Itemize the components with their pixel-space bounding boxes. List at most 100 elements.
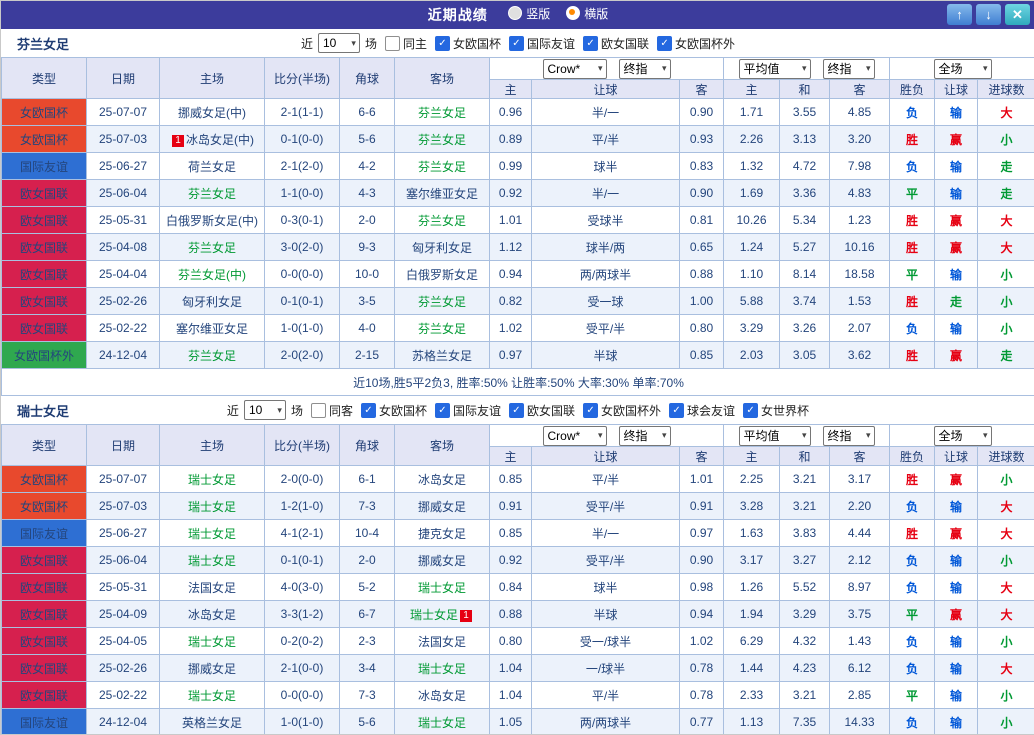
page-title: 近期战绩 (428, 7, 488, 23)
home-team-cell: 白俄罗斯女足(中) (160, 207, 265, 234)
team-name-text: 芬兰女足 (418, 214, 466, 228)
handicap-away-odds: 0.80 (680, 315, 724, 342)
handicap-line: 受一球 (532, 288, 680, 315)
europe-average-select[interactable]: 平均值▾ (739, 59, 811, 79)
handicap-away-odds: 0.90 (680, 180, 724, 207)
league-checkbox[interactable] (361, 403, 376, 418)
handicap-away-odds: 0.97 (680, 520, 724, 547)
league-checkbox[interactable] (509, 403, 524, 418)
odds-home: 1.24 (724, 234, 780, 261)
odds-away: 4.85 (830, 99, 890, 126)
competition-type: 欧女国联 (2, 574, 87, 601)
up-arrow-icon: ↑ (956, 7, 963, 22)
close-button[interactable]: ✕ (1005, 4, 1030, 25)
result-cell: 负 (890, 574, 935, 601)
league-checkbox[interactable] (583, 403, 598, 418)
goals-result-cell: 走 (978, 153, 1034, 180)
league-checkbox[interactable] (657, 36, 672, 51)
selected-value: 10 (323, 36, 336, 50)
handicap-home-odds: 1.04 (490, 655, 532, 682)
results-table: 类型日期主场比分(半场)角球客场Crow*▾终指▾平均值▾终指▾全场▾主让球客主… (1, 57, 1034, 396)
league-label: 欧女国联 (527, 402, 575, 419)
same-venue-checkbox[interactable] (311, 403, 326, 418)
odds-draw: 3.21 (780, 466, 830, 493)
away-team-cell: 挪威女足 (395, 547, 490, 574)
team-name-text: 芬兰女足 (188, 187, 236, 201)
scroll-down-button[interactable]: ↓ (976, 4, 1001, 25)
away-team-cell: 芬兰女足 (395, 207, 490, 234)
result-cell: 负 (890, 153, 935, 180)
odds-draw: 3.13 (780, 126, 830, 153)
team-name-text: 匈牙利女足 (412, 241, 472, 255)
orientation-radio-vertical[interactable]: 竖版 (508, 5, 550, 22)
handicap-line: 平/半 (532, 466, 680, 493)
scope-select[interactable]: 全场▾ (934, 59, 992, 79)
league-checkbox[interactable] (435, 403, 450, 418)
odds-draw: 3.29 (780, 601, 830, 628)
scope-select[interactable]: 全场▾ (934, 426, 992, 446)
away-team-cell: 冰岛女足 (395, 466, 490, 493)
league-checkbox[interactable] (743, 403, 758, 418)
radio-label: 竖版 (526, 5, 550, 22)
away-team-cell: 挪威女足 (395, 493, 490, 520)
score-cell: 1-2(1-0) (265, 493, 340, 520)
odds-away: 4.83 (830, 180, 890, 207)
match-count-select[interactable]: 10▾ (318, 33, 360, 53)
odds-draw-header: 和 (780, 447, 830, 466)
league-checkbox[interactable] (435, 36, 450, 51)
away-team-cell: 芬兰女足 (395, 153, 490, 180)
team-name-text: 冰岛女足 (418, 473, 466, 487)
league-checkbox[interactable] (583, 36, 598, 51)
handicap-odds-group: Crow*▾ 终指▾ (490, 425, 724, 447)
competition-type: 女欧国杯 (2, 126, 87, 153)
radio-icon[interactable] (508, 6, 522, 20)
goals-result-cell: 大 (978, 574, 1034, 601)
league-label: 女欧国杯外 (601, 402, 661, 419)
handicap-home-odds: 0.89 (490, 126, 532, 153)
match-row: 欧女国联25-04-08芬兰女足3-0(2-0)9-3匈牙利女足1.12球半/两… (2, 234, 1034, 261)
odds-draw: 3.21 (780, 493, 830, 520)
radio-icon[interactable] (566, 6, 580, 20)
scroll-up-button[interactable]: ↑ (947, 4, 972, 25)
match-row: 欧女国联25-02-26挪威女足2-1(0-0)3-4瑞士女足1.04一/球半0… (2, 655, 1034, 682)
league-checkbox[interactable] (669, 403, 684, 418)
corner-cell: 3-5 (340, 288, 395, 315)
team-name-text: 塞尔维亚女足 (176, 322, 248, 336)
europe-time-select[interactable]: 终指▾ (823, 59, 875, 79)
match-row: 欧女国联25-06-04芬兰女足1-1(0-0)4-3塞尔维亚女足0.92半/一… (2, 180, 1034, 207)
home-team-cell: 瑞士女足 (160, 493, 265, 520)
corner-cell: 2-15 (340, 342, 395, 369)
europe-average-select[interactable]: 平均值▾ (739, 426, 811, 446)
odds-company-select[interactable]: Crow*▾ (543, 59, 607, 79)
handicap-result-cell: 赢 (935, 126, 978, 153)
goals-result-cell: 小 (978, 126, 1034, 153)
odds-company-select[interactable]: Crow*▾ (543, 426, 607, 446)
selected-value: Crow* (548, 429, 581, 443)
team-name-text: 冰岛女足 (418, 689, 466, 703)
odds-home: 1.10 (724, 261, 780, 288)
league-checkbox[interactable] (509, 36, 524, 51)
away-team-cell: 匈牙利女足 (395, 234, 490, 261)
score-cell: 0-3(0-1) (265, 207, 340, 234)
team-name-text: 英格兰女足 (182, 716, 242, 730)
europe-time-select[interactable]: 终指▾ (823, 426, 875, 446)
same-venue-checkbox[interactable] (385, 36, 400, 51)
competition-type: 欧女国联 (2, 315, 87, 342)
competition-type: 欧女国联 (2, 261, 87, 288)
handicap-home-odds: 0.92 (490, 547, 532, 574)
titlebar-center: 近期战绩 竖版横版 (428, 5, 608, 26)
odds-away: 3.20 (830, 126, 890, 153)
match-date: 25-06-27 (87, 520, 160, 547)
handicap-home-odds: 0.96 (490, 99, 532, 126)
handicap-time-select[interactable]: 终指▾ (619, 426, 671, 446)
handicap-line-header: 让球 (532, 80, 680, 99)
match-count-select[interactable]: 10▾ (244, 400, 286, 420)
team-name-text: 塞尔维亚女足 (406, 187, 478, 201)
orientation-radio-horizontal[interactable]: 横版 (566, 5, 608, 22)
odds-away: 2.07 (830, 315, 890, 342)
handicap-time-select[interactable]: 终指▾ (619, 59, 671, 79)
handicap-result-cell: 赢 (935, 601, 978, 628)
competition-type: 女欧国杯 (2, 493, 87, 520)
handicap-line: 一/球半 (532, 655, 680, 682)
handicap-away-odds: 0.98 (680, 574, 724, 601)
